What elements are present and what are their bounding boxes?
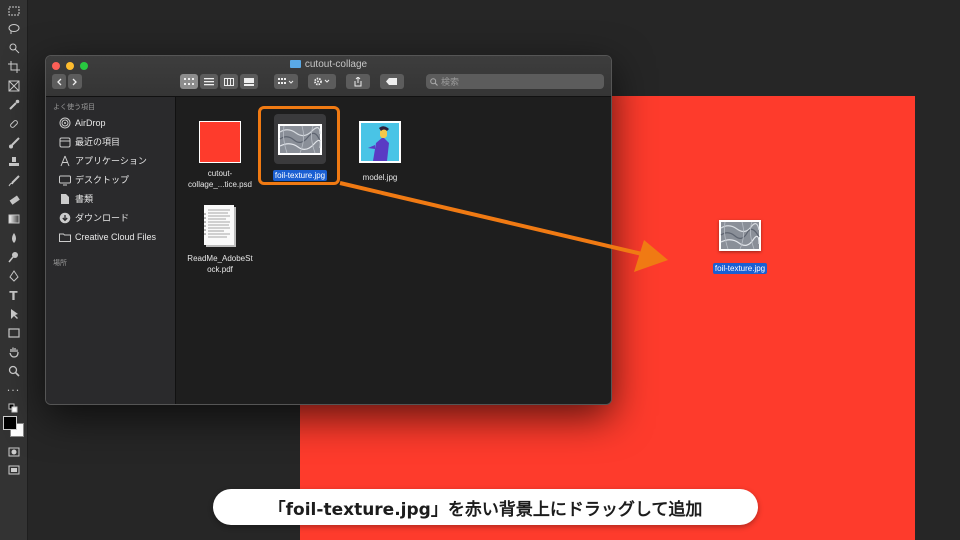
instruction-caption: 「foil-texture.jpg」を赤い背景上にドラッグして追加 — [213, 489, 758, 525]
dragged-file-label: foil-texture.jpg — [700, 263, 780, 274]
dragged-file-thumbnail — [719, 220, 761, 251]
drag-direction-arrow — [339, 181, 668, 272]
foreground-color-swatch[interactable] — [3, 416, 17, 430]
dragged-file-name: foil-texture.jpg — [712, 263, 768, 274]
dragged-file-ghost: foil-texture.jpg — [700, 220, 780, 280]
